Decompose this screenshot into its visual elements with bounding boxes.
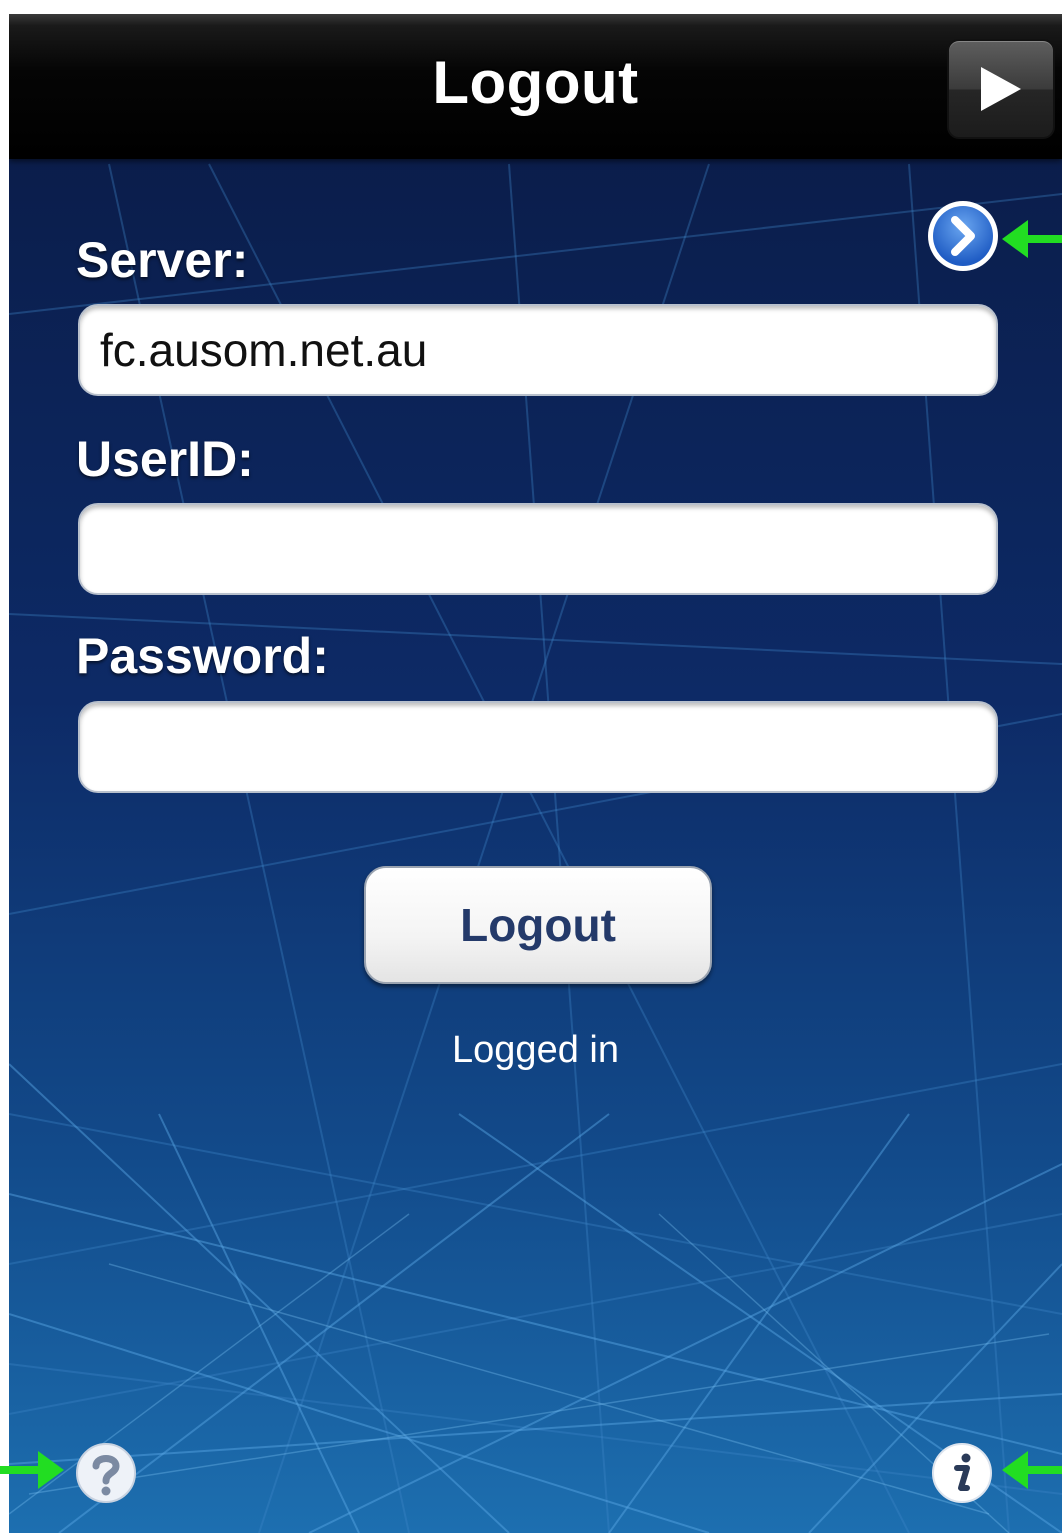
info-icon[interactable] <box>931 1442 993 1504</box>
navigation-bar: Logout <box>9 14 1062 159</box>
password-input[interactable] <box>78 701 998 793</box>
userid-input[interactable] <box>78 503 998 595</box>
annotation-arrow-info <box>1002 1451 1062 1489</box>
page: Logout Server: UserID: Password: <box>0 0 1062 1533</box>
page-title: Logout <box>432 49 639 116</box>
question-mark-icon[interactable] <box>75 1442 137 1504</box>
annotation-arrow-disclosure <box>1002 220 1062 258</box>
server-label: Server: <box>76 232 249 288</box>
server-input[interactable] <box>78 304 998 396</box>
top-margin <box>0 0 1062 14</box>
login-status-text: Logged in <box>452 1029 619 1071</box>
left-margin <box>0 0 9 1533</box>
play-icon <box>981 67 1021 111</box>
play-button[interactable] <box>947 39 1055 139</box>
annotation-arrow-help <box>0 1451 64 1489</box>
userid-label: UserID: <box>76 431 254 487</box>
password-label: Password: <box>76 628 329 684</box>
chevron-right-circle-icon[interactable] <box>925 198 1001 274</box>
logout-button[interactable]: Logout <box>364 866 712 984</box>
app-screen: Logout Server: UserID: Password: <box>9 14 1062 1533</box>
